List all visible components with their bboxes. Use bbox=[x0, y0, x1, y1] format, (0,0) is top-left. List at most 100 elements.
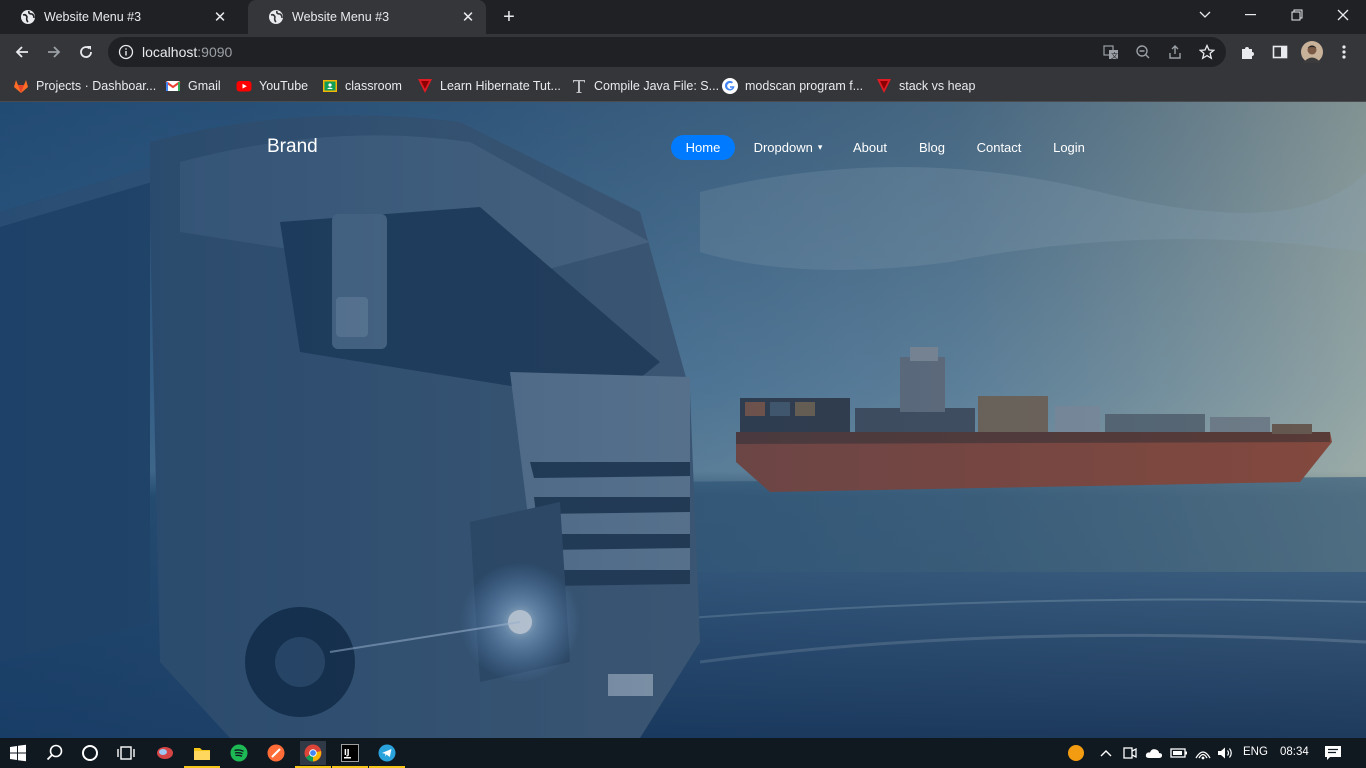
globe-icon bbox=[21, 10, 35, 24]
input-language[interactable]: ENG bbox=[1243, 746, 1268, 758]
weather-app-icon bbox=[157, 747, 173, 759]
side-panel-icon bbox=[1272, 45, 1288, 59]
url-text[interactable]: localhost:9090 bbox=[142, 44, 232, 60]
more-vert-icon bbox=[1342, 45, 1346, 59]
notification-icon bbox=[1325, 746, 1341, 760]
gitlab-icon bbox=[14, 80, 28, 93]
avatar bbox=[1301, 41, 1323, 63]
new-tab-button[interactable]: + bbox=[498, 6, 520, 28]
google-icon bbox=[722, 78, 738, 94]
folder-icon bbox=[194, 748, 210, 760]
search-icon bbox=[46, 744, 63, 761]
share-icon[interactable] bbox=[1166, 43, 1184, 61]
cortana-button[interactable] bbox=[77, 741, 103, 765]
arrow-left-icon bbox=[15, 46, 28, 58]
chevron-down-icon: ▾ bbox=[817, 142, 823, 152]
bookmark-label: Gmail bbox=[188, 79, 221, 93]
restore-button[interactable] bbox=[1274, 0, 1320, 30]
nav-dropdown[interactable]: Dropdown ▾ bbox=[746, 135, 830, 160]
nav-contact[interactable]: Contact bbox=[970, 135, 1028, 160]
task-view-button[interactable] bbox=[113, 741, 139, 765]
red-v-icon bbox=[418, 79, 432, 93]
windows-logo-icon bbox=[10, 744, 26, 762]
tray-onedrive[interactable] bbox=[1141, 741, 1167, 765]
spotify-icon bbox=[230, 744, 248, 762]
bookmark-label: stack vs heap bbox=[899, 79, 976, 93]
tab-strip: Website Menu #3 ✕ Website Menu #3 ✕ + bbox=[0, 0, 1366, 34]
address-bar[interactable]: localhost:9090 文 bbox=[108, 37, 1226, 67]
tab-search-button[interactable] bbox=[1182, 0, 1228, 30]
side-panel-button[interactable] bbox=[1266, 38, 1294, 66]
tray-show-hidden[interactable] bbox=[1093, 741, 1119, 765]
cloud-icon bbox=[1145, 749, 1163, 758]
tab-website-menu-1[interactable]: Website Menu #3 ✕ bbox=[0, 0, 238, 34]
search-button[interactable] bbox=[42, 741, 68, 765]
info-icon[interactable] bbox=[118, 44, 134, 60]
youtube-icon bbox=[236, 81, 252, 92]
postman-icon bbox=[267, 744, 285, 762]
tab-website-menu-2[interactable]: Website Menu #3 ✕ bbox=[248, 0, 486, 34]
bookmark-youtube[interactable]: YouTube bbox=[236, 75, 308, 97]
nav-label: Home bbox=[685, 140, 721, 155]
taskbar-app-file-explorer[interactable] bbox=[184, 741, 220, 768]
forward-button[interactable] bbox=[40, 38, 68, 66]
telegram-icon bbox=[378, 744, 396, 762]
translate-icon[interactable]: 文 bbox=[1102, 43, 1120, 61]
taskbar-app-weather[interactable] bbox=[152, 741, 178, 765]
nav-label: Contact bbox=[976, 140, 1022, 155]
chrome-icon bbox=[304, 744, 322, 762]
nav-blog[interactable]: Blog bbox=[912, 135, 952, 160]
bookmark-label: modscan program f... bbox=[745, 79, 864, 93]
taskbar-app-postman[interactable] bbox=[263, 741, 289, 765]
nav-label: About bbox=[853, 140, 887, 155]
bookmark-modscan[interactable]: modscan program f... bbox=[722, 75, 863, 97]
close-icon[interactable]: ✕ bbox=[460, 9, 476, 26]
profile-button[interactable] bbox=[1298, 38, 1326, 66]
bookmark-stack-vs-heap[interactable]: stack vs heap bbox=[876, 75, 975, 97]
brand-logo[interactable]: Brand bbox=[267, 136, 318, 158]
minimize-button[interactable] bbox=[1228, 0, 1274, 30]
wifi-icon bbox=[1195, 751, 1211, 760]
bookmark-learn-hibernate[interactable]: Learn Hibernate Tut... bbox=[417, 75, 561, 97]
close-window-button[interactable] bbox=[1320, 0, 1366, 30]
extensions-button[interactable] bbox=[1234, 38, 1262, 66]
nav-label: Blog bbox=[918, 140, 946, 155]
nav-login[interactable]: Login bbox=[1047, 135, 1091, 160]
tab-title: Website Menu #3 bbox=[292, 10, 390, 24]
nav-home[interactable]: Home bbox=[671, 135, 735, 160]
globe-icon bbox=[269, 10, 283, 24]
speaker-icon bbox=[1218, 747, 1232, 759]
tray-meet-now[interactable] bbox=[1117, 741, 1143, 765]
battery-icon bbox=[1170, 748, 1187, 758]
nav-about[interactable]: About bbox=[846, 135, 894, 160]
start-button[interactable] bbox=[5, 741, 31, 765]
clock-time[interactable]: 08:34 bbox=[1280, 746, 1309, 758]
bookmark-gmail[interactable]: Gmail bbox=[165, 75, 221, 97]
url-host: localhost bbox=[142, 44, 198, 60]
action-center-button[interactable] bbox=[1320, 741, 1346, 765]
taskbar-app-chrome[interactable] bbox=[295, 741, 331, 768]
bookmark-compile-java[interactable]: Compile Java File: S... bbox=[571, 75, 719, 97]
bookmark-classroom[interactable]: classroom bbox=[322, 75, 402, 97]
back-button[interactable] bbox=[8, 38, 36, 66]
reload-button[interactable] bbox=[72, 38, 100, 66]
chevron-down-icon bbox=[1199, 11, 1211, 18]
menu-button[interactable] bbox=[1330, 38, 1358, 66]
close-icon bbox=[1337, 9, 1349, 21]
nav-label: Dropdown bbox=[753, 140, 813, 155]
tray-volume[interactable] bbox=[1213, 741, 1239, 765]
tray-status-orb[interactable] bbox=[1063, 741, 1089, 765]
taskbar-app-spotify[interactable] bbox=[226, 741, 252, 765]
restore-icon bbox=[1291, 9, 1303, 21]
bookmark-projects[interactable]: Projects · Dashboar... bbox=[13, 75, 156, 97]
close-icon[interactable]: ✕ bbox=[212, 9, 228, 26]
camera-icon bbox=[1123, 747, 1137, 759]
zoom-out-icon[interactable] bbox=[1134, 43, 1152, 61]
bookmark-label: Learn Hibernate Tut... bbox=[440, 79, 561, 93]
hero-background-image bbox=[0, 102, 1366, 738]
taskbar-app-intellij[interactable]: IJ bbox=[332, 741, 368, 768]
task-view-icon bbox=[117, 746, 135, 760]
tray-battery[interactable] bbox=[1166, 741, 1192, 765]
taskbar-app-telegram[interactable] bbox=[369, 741, 405, 768]
star-icon[interactable] bbox=[1198, 43, 1216, 61]
